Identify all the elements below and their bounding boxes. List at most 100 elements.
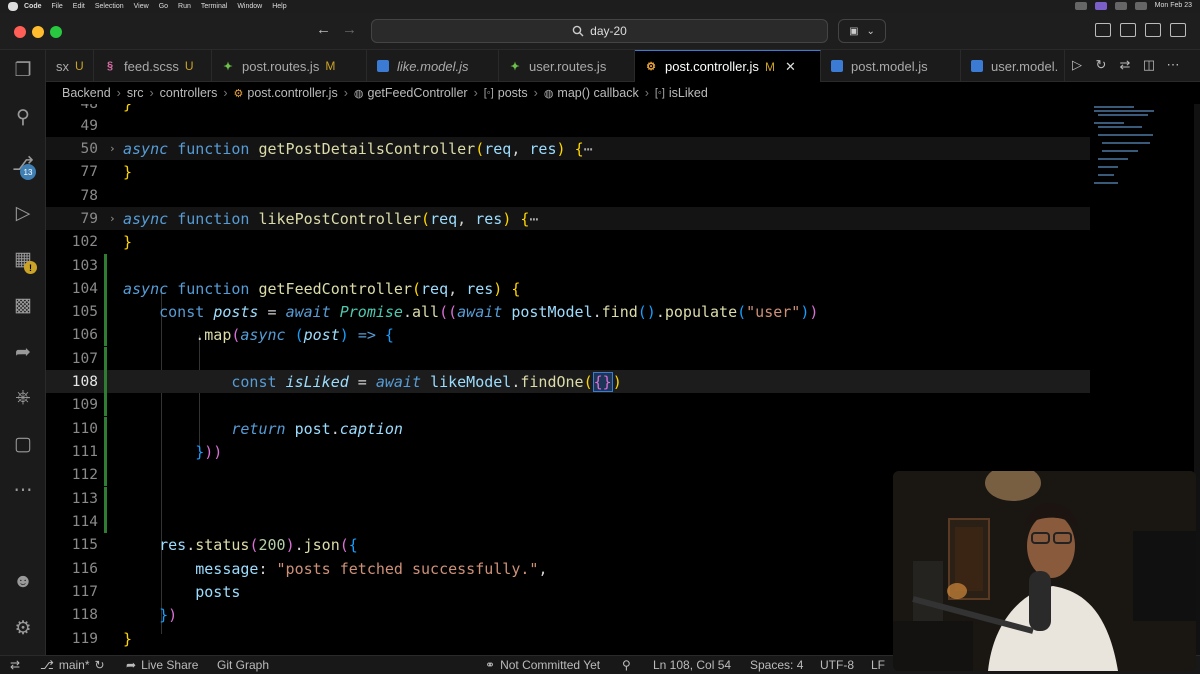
toggle-panel-icon[interactable]	[1120, 23, 1136, 37]
menubar-clock[interactable]: Mon Feb 23	[1155, 2, 1192, 10]
end-of-line[interactable]: LF	[871, 658, 885, 672]
code-line: 106 .map(async (post) => {	[46, 323, 1090, 346]
remote-icon[interactable]: ⇄	[10, 658, 20, 672]
breadcrumb: Backend › src › controllers › ⚙ post.control…	[46, 82, 1200, 104]
settings-gear-icon[interactable]: ⚙	[11, 616, 35, 640]
minimize-window-button[interactable]	[32, 26, 44, 38]
breadcrumb-item[interactable]: src	[127, 86, 144, 100]
split-editor-icon[interactable]: ◫	[1142, 57, 1156, 72]
tab-post-routes[interactable]: ✦ post.routes.js M	[212, 50, 367, 82]
tab-label: sx	[56, 58, 69, 74]
indentation[interactable]: Spaces: 4	[750, 658, 803, 672]
more-icon[interactable]: ⋯	[11, 478, 35, 502]
customize-layout-icon[interactable]	[1170, 23, 1186, 37]
run-icon[interactable]: ▷	[1070, 57, 1084, 72]
tab-label: post.model.js	[851, 58, 928, 74]
menu-go[interactable]: Go	[159, 3, 168, 10]
zoom-window-button[interactable]	[50, 26, 62, 38]
live-share-icon[interactable]: ➦	[11, 340, 35, 364]
remote-explorer-icon[interactable]: ▩	[11, 293, 35, 317]
tab-like-model[interactable]: like.model.js	[367, 50, 499, 82]
kubernetes-icon[interactable]: ⎈	[11, 386, 35, 410]
macos-menubar: Code File Edit Selection View Go Run Ter…	[0, 0, 1200, 13]
tab-sx[interactable]: sx U	[46, 50, 94, 82]
zoom-icon[interactable]: ⚲	[622, 658, 631, 672]
toggle-primary-sidebar-icon[interactable]	[1095, 23, 1111, 37]
chevron-right-icon: ›	[533, 86, 538, 100]
copilot-button[interactable]: ▣ ⌄	[838, 19, 886, 43]
tab-label: like.model.js	[397, 58, 469, 74]
forward-arrow-icon[interactable]: →	[342, 21, 357, 38]
breadcrumb-item[interactable]: post.controller.js	[247, 86, 337, 100]
menu-selection[interactable]: Selection	[95, 3, 124, 10]
chat-icon: ▣	[849, 25, 859, 37]
code-line: 78	[80, 187, 98, 204]
tab-status: U	[75, 59, 84, 73]
code-line: 110 return post.caption	[46, 417, 1090, 440]
search-icon	[572, 25, 584, 37]
routes-file-icon: ✦	[223, 60, 233, 73]
blame-indicator[interactable]: ⚭ Not Committed Yet	[485, 658, 600, 672]
title-bar: ← → day-20 ▣ ⌄	[0, 13, 1200, 50]
text-cursor: {}	[592, 371, 613, 392]
tab-user-routes[interactable]: ✦ user.routes.js	[499, 50, 635, 82]
close-window-button[interactable]	[14, 26, 26, 38]
menu-code[interactable]: Code	[24, 3, 42, 10]
menu-run[interactable]: Run	[178, 3, 191, 10]
apple-icon[interactable]	[8, 2, 18, 11]
tab-user-model[interactable]: user.model.	[961, 50, 1065, 82]
breadcrumb-item[interactable]: posts	[498, 86, 528, 100]
wifi-icon[interactable]	[1114, 2, 1127, 10]
tab-post-controller[interactable]: ⚙ post.controller.js M ✕	[635, 50, 821, 82]
tab-post-model[interactable]: post.model.js	[821, 50, 961, 82]
chevron-right-icon[interactable]: ›	[109, 212, 116, 225]
chevron-right-icon: ›	[116, 86, 121, 100]
containers-icon[interactable]: ▢	[11, 432, 35, 456]
chevron-right-icon: ›	[644, 86, 649, 100]
menu-terminal[interactable]: Terminal	[201, 3, 227, 10]
menu-file[interactable]: File	[52, 3, 63, 10]
breadcrumb-item[interactable]: controllers	[160, 86, 218, 100]
code-line: 102 }	[71, 232, 133, 251]
code-line: 103	[46, 254, 1090, 277]
git-modified-marker	[104, 487, 107, 510]
battery-icon[interactable]	[1134, 2, 1147, 10]
source-control-badge: 13	[20, 164, 36, 180]
encoding[interactable]: UTF-8	[820, 658, 854, 672]
menu-window[interactable]: Window	[237, 3, 262, 10]
breadcrumb-item[interactable]: Backend	[62, 86, 111, 100]
timeline-icon[interactable]: ↻	[1094, 57, 1108, 72]
gear-file-icon: ⚙	[646, 61, 656, 73]
chevron-right-icon[interactable]: ›	[109, 142, 116, 155]
git-graph-button[interactable]: Git Graph	[217, 658, 269, 672]
code-line: 79 › async function likePostController(r…	[46, 207, 1090, 230]
status-icon[interactable]	[1094, 2, 1107, 10]
menubar-status-area: Mon Feb 23	[1074, 2, 1192, 10]
command-center-search[interactable]: day-20	[371, 19, 828, 43]
minimap[interactable]	[1090, 104, 1194, 194]
search-icon[interactable]: ⚲	[11, 105, 35, 129]
breadcrumb-item[interactable]: isLiked	[669, 86, 708, 100]
chevron-right-icon: ›	[149, 86, 154, 100]
back-arrow-icon[interactable]: ←	[316, 21, 331, 38]
live-share-button[interactable]: ➦ Live Share	[126, 658, 198, 672]
toggle-secondary-sidebar-icon[interactable]	[1145, 23, 1161, 37]
breadcrumb-item[interactable]: map() callback	[557, 86, 638, 100]
menu-help[interactable]: Help	[272, 3, 286, 10]
menu-view[interactable]: View	[134, 3, 149, 10]
webcam-overlay	[893, 471, 1196, 671]
close-icon[interactable]: ✕	[785, 59, 796, 75]
cursor-position[interactable]: Ln 108, Col 54	[653, 658, 731, 672]
branch-indicator[interactable]: ⎇ main* ↻	[40, 658, 105, 672]
menu-edit[interactable]: Edit	[73, 3, 85, 10]
tab-feed-scss[interactable]: § feed.scss U	[94, 50, 212, 82]
git-modified-marker	[104, 277, 107, 300]
status-icon[interactable]	[1074, 2, 1087, 10]
run-debug-icon[interactable]: ▷	[11, 201, 35, 225]
breadcrumb-item[interactable]: getFeedController	[368, 86, 468, 100]
more-actions-icon[interactable]: ⋯	[1166, 57, 1180, 72]
commit-icon: ⚭	[485, 658, 496, 672]
compare-icon[interactable]: ⇄	[1118, 57, 1132, 72]
explorer-icon[interactable]: ❐	[11, 58, 35, 82]
account-icon[interactable]: ☻	[11, 570, 35, 594]
